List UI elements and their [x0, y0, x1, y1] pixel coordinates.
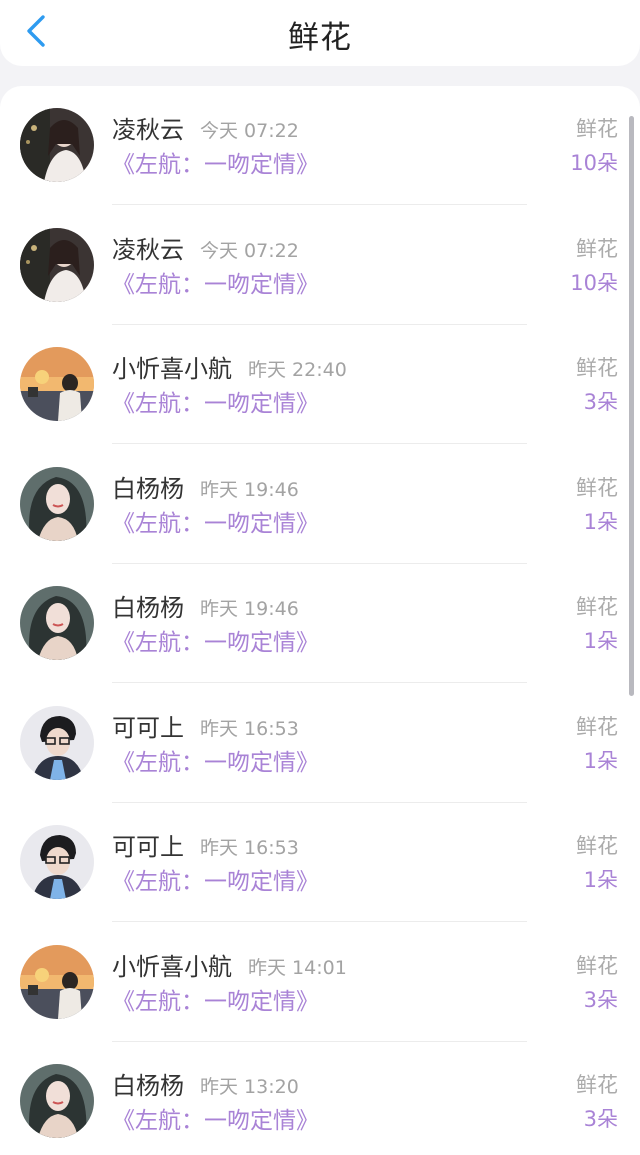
- top-bar: 鲜花: [0, 0, 640, 66]
- list-item[interactable]: 凌秋云 今天 07:22 《左航：一吻定情》 鲜花 10朵: [0, 206, 640, 325]
- timestamp: 昨天 13:20: [200, 1076, 299, 1098]
- user-name-text: 小忻喜小航: [112, 952, 232, 981]
- timestamp: 昨天 14:01: [248, 956, 347, 979]
- book-title-link[interactable]: 《左航：一吻定情》: [112, 982, 319, 1016]
- gift-count: 1朵: [583, 629, 618, 653]
- timestamp: 昨天 22:40: [248, 359, 347, 381]
- gift-count: 1朵: [583, 748, 618, 773]
- gift-type-label: 鲜花: [576, 834, 618, 858]
- gift-count: 1朵: [583, 868, 618, 892]
- user-name: 小忻喜小航 昨天 14:01: [112, 947, 347, 982]
- timestamp: 今天 07:22: [200, 120, 299, 142]
- avatar[interactable]: [20, 586, 94, 660]
- avatar[interactable]: [20, 227, 94, 302]
- list-item[interactable]: 小忻喜小航 昨天 14:01 《左航：一吻定情》 鲜花 3朵: [0, 923, 640, 1042]
- timestamp: 昨天 19:46: [200, 598, 299, 620]
- timestamp: 昨天 16:53: [200, 717, 299, 740]
- user-name-text: 凌秋云: [112, 235, 184, 264]
- gift-type-label: 鲜花: [576, 953, 618, 978]
- user-name: 可可上 昨天 16:53: [112, 827, 299, 862]
- user-name: 小忻喜小航 昨天 22:40: [112, 349, 347, 384]
- gift-type-label: 鲜花: [576, 595, 618, 619]
- gift-count: 10朵: [570, 270, 618, 295]
- list-item[interactable]: 凌秋云 今天 07:22 《左航：一吻定情》 鲜花 10朵: [0, 86, 640, 205]
- timestamp: 今天 07:22: [200, 239, 299, 262]
- user-name: 白杨杨 昨天 13:20: [112, 1066, 299, 1101]
- user-name-text: 白杨杨: [112, 594, 184, 622]
- gift-type-label: 鲜花: [576, 714, 618, 739]
- book-title-link[interactable]: 《左航：一吻定情》: [112, 384, 319, 418]
- book-title-link[interactable]: 《左航：一吻定情》: [112, 743, 319, 777]
- timestamp: 昨天 19:46: [200, 478, 299, 501]
- avatar[interactable]: [20, 944, 94, 1019]
- page-title: 鲜花: [288, 20, 352, 56]
- gift-count: 3朵: [583, 987, 618, 1012]
- user-name-text: 小忻喜小航: [112, 355, 232, 383]
- gift-count: 1朵: [583, 509, 618, 534]
- book-title-link[interactable]: 《左航：一吻定情》: [112, 862, 319, 896]
- gift-type-label: 鲜花: [576, 117, 618, 141]
- avatar[interactable]: [20, 1064, 94, 1138]
- book-title-link[interactable]: 《左航：一吻定情》: [112, 623, 319, 657]
- avatar[interactable]: [20, 347, 94, 421]
- user-name-text: 白杨杨: [112, 1072, 184, 1100]
- gift-type-label: 鲜花: [576, 236, 618, 261]
- list-item[interactable]: 可可上 昨天 16:53 《左航：一吻定情》 鲜花 1朵: [0, 803, 640, 922]
- avatar[interactable]: [20, 825, 94, 899]
- gift-list[interactable]: 凌秋云 今天 07:22 《左航：一吻定情》 鲜花 10朵 凌秋云 今天 07:22 《左航：…: [0, 86, 640, 1155]
- user-name: 白杨杨 昨天 19:46: [112, 588, 299, 623]
- gift-count: 10朵: [570, 151, 618, 175]
- book-title-link[interactable]: 《左航：一吻定情》: [112, 265, 319, 299]
- gift-type-label: 鲜花: [576, 475, 618, 500]
- list-item[interactable]: 白杨杨 昨天 19:46 《左航：一吻定情》 鲜花 1朵: [0, 564, 640, 683]
- avatar[interactable]: [20, 466, 94, 541]
- gift-type-label: 鲜花: [576, 356, 618, 380]
- list-item[interactable]: 可可上 昨天 16:53 《左航：一吻定情》 鲜花 1朵: [0, 684, 640, 803]
- user-name-text: 可可上: [112, 713, 184, 742]
- book-title-link[interactable]: 《左航：一吻定情》: [112, 504, 319, 538]
- user-name: 可可上 昨天 16:53: [112, 708, 299, 743]
- gift-count: 3朵: [583, 390, 618, 414]
- user-name-text: 凌秋云: [112, 116, 184, 144]
- timestamp: 昨天 16:53: [200, 837, 299, 859]
- user-name-text: 可可上: [112, 833, 184, 861]
- gift-count: 3朵: [583, 1107, 618, 1131]
- book-title-link[interactable]: 《左航：一吻定情》: [112, 1101, 319, 1135]
- list-item[interactable]: 小忻喜小航 昨天 22:40 《左航：一吻定情》 鲜花 3朵: [0, 325, 640, 444]
- user-name: 凌秋云 今天 07:22: [112, 110, 299, 145]
- avatar[interactable]: [20, 108, 94, 182]
- user-name: 凌秋云 今天 07:22: [112, 230, 299, 265]
- gift-type-label: 鲜花: [576, 1073, 618, 1097]
- list-item[interactable]: 白杨杨 昨天 19:46 《左航：一吻定情》 鲜花 1朵: [0, 445, 640, 564]
- list-item[interactable]: 白杨杨 昨天 13:20 《左航：一吻定情》 鲜花 3朵: [0, 1042, 640, 1155]
- user-name: 白杨杨 昨天 19:46: [112, 469, 299, 504]
- book-title-link[interactable]: 《左航：一吻定情》: [112, 145, 319, 179]
- user-name-text: 白杨杨: [112, 474, 184, 503]
- avatar[interactable]: [20, 705, 94, 780]
